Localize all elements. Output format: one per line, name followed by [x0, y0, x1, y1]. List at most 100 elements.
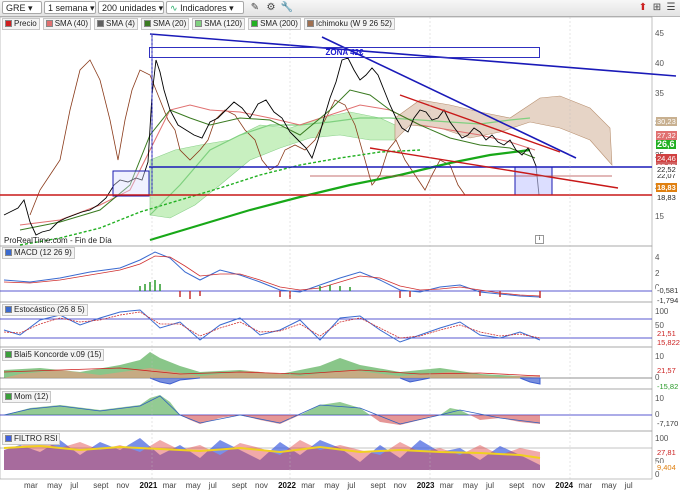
momentum-title: Mom (12): [2, 390, 52, 403]
x-axis-month-label: jul: [624, 481, 633, 490]
legend-item[interactable]: SMA (200): [248, 17, 301, 30]
macd-title: MACD (12 26 9): [2, 246, 75, 259]
rsi-label: FILTRO RSI: [14, 433, 58, 443]
x-axis-month-label: sept: [93, 481, 109, 490]
legend-item[interactable]: Ichimoku (W 9 26 52): [303, 17, 395, 30]
momentum-label: Mom (12): [14, 391, 49, 401]
stochastic-d-line: [3, 311, 541, 339]
stochastic-title: Estocástico (26 8 5): [2, 303, 88, 316]
x-axis-month-label: nov: [116, 481, 130, 490]
legend-swatch: [45, 20, 53, 27]
x-axis-month-label: sept: [370, 481, 386, 490]
stochastic-swatch: [5, 306, 12, 313]
momentum-legend[interactable]: Mom (12): [2, 390, 52, 403]
legend-swatch: [143, 20, 151, 27]
zone-label: ZONA 42€: [325, 48, 364, 57]
x-axis-month-label: mar: [578, 481, 593, 490]
x-axis-year-label: 2022: [278, 481, 296, 490]
price-tag: 26,6: [656, 139, 676, 149]
x-axis-month-label: mar: [301, 481, 315, 490]
macd-tag: -0,581: [656, 286, 680, 295]
x-axis-month-label: nov: [532, 481, 546, 490]
legend-label: Ichimoku (W 9 26 52): [315, 18, 392, 28]
rsi-legend[interactable]: FILTRO RSI: [2, 432, 61, 445]
legend-item[interactable]: Precio: [2, 17, 40, 30]
legend-label: SMA (4): [106, 18, 135, 28]
x-axis-year-label: 2021: [139, 481, 158, 490]
momentum-green-area: [4, 395, 470, 415]
legend-label: Precio: [14, 18, 37, 28]
legend-item[interactable]: SMA (120): [192, 17, 246, 30]
legend-swatch: [195, 20, 203, 27]
price-tick: 40: [655, 59, 664, 68]
koncorde-tick: 0: [655, 373, 660, 382]
price-tick: 45: [655, 29, 664, 38]
koncorde-swatch: [5, 351, 12, 358]
x-axis-month-label: mar: [439, 481, 454, 490]
momentum-tag: -7,170: [656, 419, 680, 428]
ichimoku-cloud-green: [149, 111, 396, 219]
x-axis-month-label: mar: [24, 481, 38, 490]
rsi-swatch: [5, 435, 12, 442]
x-axis-year-label: 2023: [416, 481, 435, 490]
price-tick: 15: [655, 212, 664, 221]
consolidation-box-2023: [514, 166, 553, 196]
koncorde-legend[interactable]: Blai5 Koncorde v.09 (15): [2, 348, 105, 361]
stochastic-label: Estocástico (26 8 5): [14, 304, 85, 314]
koncorde-tag: -15,82: [656, 382, 680, 391]
rsi-tick: 0: [655, 470, 660, 479]
koncorde-label: Blai5 Koncorde v.09 (15): [14, 349, 102, 359]
stochastic-tag: 15,822: [656, 338, 680, 347]
koncorde-tick: 10: [655, 352, 664, 361]
x-axis-month-label: may: [185, 481, 201, 490]
legend-item[interactable]: SMA (40): [42, 17, 92, 30]
stochastic-tag: 21,51: [656, 329, 677, 338]
legend-label: SMA (200): [260, 18, 298, 28]
rsi-title: FILTRO RSI: [2, 432, 61, 445]
x-axis-month-label: jul: [208, 481, 217, 490]
x-axis-month-label: may: [324, 481, 340, 490]
watermark: ProRealTime.com - Fin de Día: [4, 236, 112, 245]
koncorde-title: Blai5 Koncorde v.09 (15): [2, 348, 105, 361]
x-axis-month-label: jul: [70, 481, 79, 490]
x-axis-year-label: 2024: [555, 481, 574, 490]
x-axis-month-label: nov: [255, 481, 268, 490]
rsi-tick: 100: [655, 434, 669, 443]
rsi-fill-red: [4, 440, 540, 470]
legend-swatch: [97, 20, 105, 27]
x-axis-month-label: sept: [231, 481, 248, 490]
macd-swatch: [5, 249, 12, 256]
price-tag: 18,83: [656, 183, 677, 192]
legend-label: SMA (120): [204, 18, 243, 28]
x-axis-month-label: may: [462, 481, 479, 490]
momentum-swatch: [5, 393, 12, 400]
legend-swatch: [251, 20, 259, 27]
consolidation-box-2020: [112, 170, 150, 197]
main-legend: Precio SMA (40) SMA (4) SMA (20) SMA (120) SM…: [2, 17, 395, 30]
price-tag: 22,52: [656, 165, 677, 174]
legend-label: SMA (20): [152, 18, 187, 28]
momentum-tick: 10: [655, 394, 664, 403]
ichimoku-cloud-brown: [394, 95, 613, 166]
x-axis-month-label: jul: [486, 481, 495, 490]
x-axis-month-label: may: [601, 481, 617, 490]
legend-item[interactable]: SMA (20): [140, 17, 190, 30]
rsi-tag: 27,81: [656, 448, 677, 457]
chart-canvas[interactable]: [0, 0, 680, 490]
price-tag: 30,23: [656, 117, 677, 126]
legend-swatch: [306, 20, 314, 27]
x-axis-month-label: may: [47, 481, 63, 490]
legend-swatch: [5, 20, 12, 27]
koncorde-blue-area: [149, 377, 541, 385]
x-axis-month-label: sept: [509, 481, 525, 490]
info-icon[interactable]: i: [535, 235, 544, 244]
macd-tick: 2: [655, 269, 660, 278]
stochastic-legend[interactable]: Estocástico (26 8 5): [2, 303, 88, 316]
zone-42-box[interactable]: ZONA 42€: [149, 47, 540, 58]
legend-item[interactable]: SMA (4): [94, 17, 138, 30]
momentum-tick: 0: [655, 410, 660, 419]
price-tag: 18,83: [656, 193, 677, 202]
x-axis-month-label: jul: [347, 481, 356, 490]
macd-legend[interactable]: MACD (12 26 9): [2, 246, 75, 259]
macd-signal-line: [3, 255, 541, 297]
